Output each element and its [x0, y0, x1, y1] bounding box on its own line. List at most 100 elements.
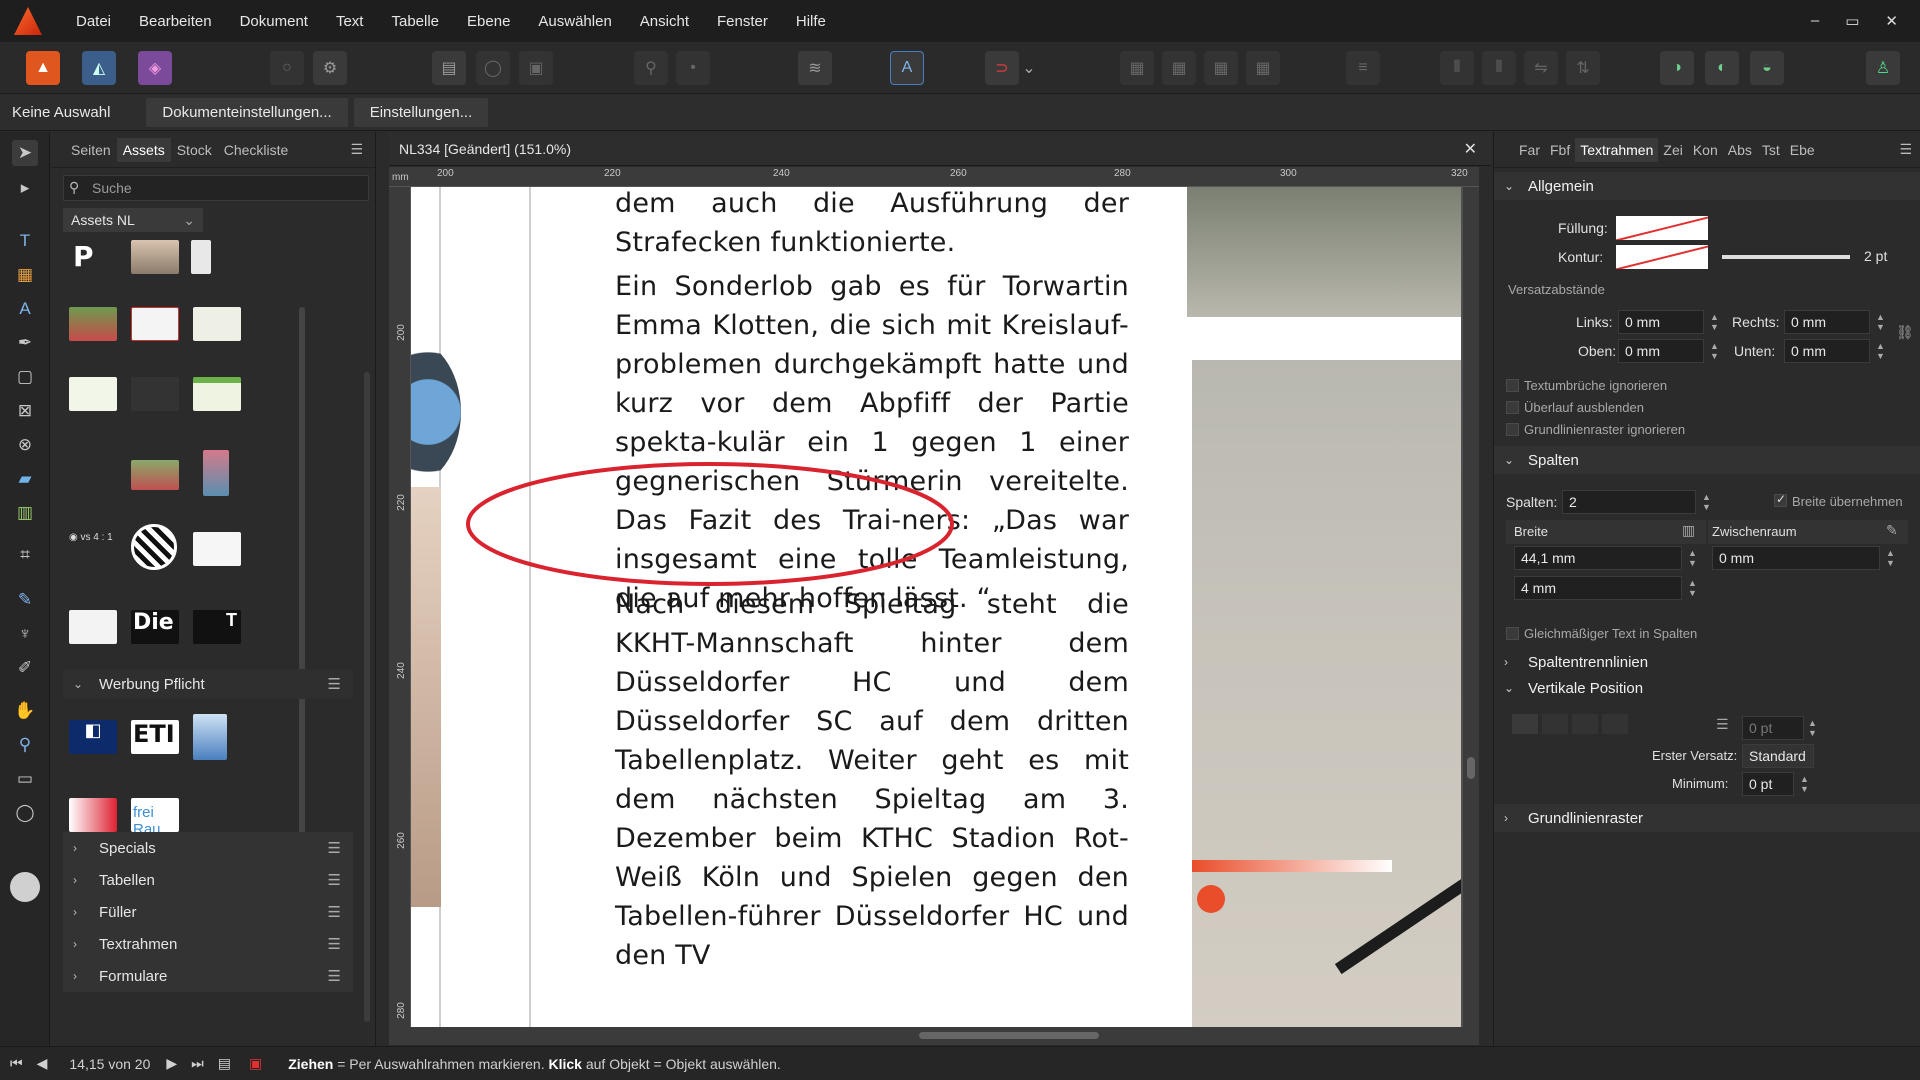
stepper-icon[interactable]: ▲ ▼ — [1710, 312, 1719, 332]
section-vertikale-position[interactable]: ⌄ Vertikale Position — [1494, 674, 1920, 702]
stroke-width-value[interactable]: 2 pt — [1864, 248, 1887, 264]
distribute-1-icon[interactable]: ⫴ — [1440, 51, 1474, 85]
menu-ansicht[interactable]: Ansicht — [626, 13, 703, 30]
fill-tool-icon[interactable]: ✎ — [12, 587, 38, 613]
close-icon[interactable]: ✕ — [1464, 139, 1477, 159]
asset-thumb-frei-raum[interactable]: frei Rau — [131, 798, 179, 838]
hide-overflow-checkbox[interactable] — [1506, 401, 1519, 414]
last-page-icon[interactable]: ⏭ — [191, 1055, 204, 1072]
transparency-tool-icon[interactable]: ♆ — [12, 621, 38, 647]
asset-thumb[interactable] — [69, 377, 117, 411]
distribute-2-icon[interactable]: ⫴ — [1482, 51, 1516, 85]
tab-farbe[interactable]: Far — [1514, 142, 1545, 158]
minimize-button[interactable]: – — [1811, 12, 1819, 30]
stepper-icon[interactable]: ▲ ▼ — [1876, 312, 1885, 332]
stepper-icon[interactable]: ▲ ▼ — [1702, 492, 1711, 512]
column-width-field-2[interactable]: 4 mm — [1514, 576, 1682, 600]
asset-thumb[interactable] — [131, 460, 179, 490]
document-canvas[interactable]: Kombinationsspiel attestierte, bei dem a… — [411, 187, 1479, 1027]
category-specials[interactable]: › Specials ☰ — [63, 832, 353, 864]
asset-thumb[interactable] — [131, 240, 179, 274]
asset-thumb[interactable] — [193, 714, 227, 760]
gear-icon[interactable]: ⚙ — [313, 51, 347, 85]
next-page-icon[interactable]: ▶ — [166, 1055, 177, 1072]
menu-fenster[interactable]: Fenster — [703, 13, 782, 30]
gutter-field-1[interactable]: 0 mm — [1712, 546, 1880, 570]
menu-bearbeiten[interactable]: Bearbeiten — [125, 13, 226, 30]
columns-count-field[interactable]: 2 — [1562, 490, 1696, 514]
arrange-backward-icon[interactable]: ▦ — [1204, 51, 1238, 85]
inset-bottom-field[interactable]: 0 mm — [1784, 339, 1870, 363]
maximize-button[interactable]: ▭ — [1845, 12, 1859, 30]
scroll-thumb[interactable] — [1467, 757, 1475, 779]
section-allgemein[interactable]: ⌄ Allgemein — [1494, 172, 1920, 200]
boolean-add-icon[interactable]: ◑ — [1660, 51, 1694, 85]
page-indicator[interactable]: 14,15 von 20 — [69, 1056, 150, 1072]
asset-set-select[interactable]: Assets NL ⌄ — [63, 208, 203, 232]
stroke-width-slider[interactable] — [1722, 255, 1850, 259]
asset-thumb[interactable] — [203, 450, 229, 496]
scroll-thumb[interactable] — [919, 1032, 1099, 1039]
menu-dokument[interactable]: Dokument — [226, 13, 322, 30]
asset-thumb[interactable] — [69, 798, 117, 832]
comment-tool-icon[interactable]: ▭ — [12, 766, 38, 792]
asset-thumb[interactable] — [191, 240, 211, 274]
inset-right-field[interactable]: 0 mm — [1784, 310, 1870, 334]
menu-hilfe[interactable]: Hilfe — [782, 13, 840, 30]
asset-thumb[interactable] — [131, 377, 179, 411]
tab-absatz[interactable]: Abs — [1723, 142, 1757, 158]
ellipse-frame-tool-icon[interactable]: ⊗ — [12, 432, 38, 458]
category-fueller[interactable]: › Füller ☰ — [63, 896, 353, 928]
group-werbung-pflicht[interactable]: ⌄ Werbung Pflicht ☰ — [63, 669, 353, 699]
circle-icon[interactable]: ◯ — [476, 51, 510, 85]
stepper-icon[interactable]: ▲ ▼ — [1710, 341, 1719, 361]
tab-textrahmen[interactable]: Textrahmen — [1575, 137, 1659, 162]
boolean-subtract-icon[interactable]: ◐ — [1705, 51, 1739, 85]
tab-assets[interactable]: Assets — [116, 137, 171, 162]
text-wrap-icon[interactable]: ≋ — [798, 51, 832, 85]
artistic-text-tool-icon[interactable]: A — [12, 296, 38, 322]
hand-tool-icon[interactable]: ✋ — [12, 698, 38, 724]
preflight-icon[interactable]: ○ — [270, 51, 304, 85]
account-user-icon[interactable]: ♙ — [1866, 51, 1900, 85]
place-image-tool-icon[interactable]: ▰ — [12, 466, 38, 492]
arrange-back-icon[interactable]: ▦ — [1246, 51, 1280, 85]
column-width-field-1[interactable]: 44,1 mm — [1514, 546, 1682, 570]
asset-thumb-club-logo[interactable] — [131, 524, 177, 570]
stroke-swatch[interactable] — [1616, 245, 1708, 269]
asset-thumb[interactable]: ◉ vs 4 : 1 — [69, 532, 117, 566]
stepper-icon[interactable]: ▲ ▼ — [1688, 578, 1697, 598]
stepper-icon[interactable]: ▲ ▼ — [1808, 718, 1817, 738]
asset-thumb[interactable] — [69, 610, 117, 644]
settings-button[interactable]: Einstellungen... — [353, 98, 489, 127]
assets-scrollbar[interactable] — [299, 307, 305, 837]
stepper-icon[interactable]: ▲ ▼ — [1800, 774, 1809, 794]
publisher-persona-icon[interactable]: ▲ — [26, 51, 60, 85]
chevron-down-icon[interactable]: ⌄ — [1020, 51, 1038, 85]
canvas-horizontal-scrollbar[interactable] — [389, 1027, 1479, 1045]
panel-menu-icon[interactable]: ☰ — [1899, 141, 1912, 158]
stepper-icon[interactable]: ▲ ▼ — [1876, 341, 1885, 361]
vertical-ruler[interactable]: 200 220 240 260 280 — [389, 187, 411, 1027]
text-frame-icon[interactable]: A — [890, 51, 924, 85]
asset-thumb-eti[interactable]: ETI — [131, 720, 179, 754]
balanced-columns-checkbox[interactable] — [1506, 627, 1519, 640]
tab-seiten[interactable]: Seiten — [65, 142, 117, 158]
category-formulare[interactable]: › Formulare ☰ — [63, 960, 353, 992]
fill-swatch[interactable] — [1616, 216, 1708, 240]
tab-textstile[interactable]: Tst — [1757, 142, 1785, 158]
canvas-vertical-scrollbar[interactable] — [1463, 187, 1479, 1027]
inset-top-field[interactable]: 0 mm — [1618, 339, 1704, 363]
rectangle-tool-icon[interactable]: ▢ — [12, 364, 38, 390]
asset-thumb[interactable] — [193, 307, 241, 341]
first-page-icon[interactable]: ⏮ — [10, 1055, 23, 1072]
table-style-tool-icon[interactable]: ▥ — [12, 500, 38, 526]
tab-ebenen[interactable]: Ebe — [1785, 142, 1820, 158]
zoom-tool-icon[interactable]: ⚲ — [12, 732, 38, 758]
view-mode-icon[interactable]: ▤ — [432, 51, 466, 85]
section-spalten[interactable]: ⌄ Spalten — [1494, 446, 1920, 474]
flip-h-icon[interactable]: ⇋ — [1524, 51, 1558, 85]
menu-tabelle[interactable]: Tabelle — [377, 13, 453, 30]
asset-thumb-p[interactable]: P — [73, 240, 94, 273]
preflight-warning-icon[interactable]: ▣ — [249, 1055, 262, 1072]
